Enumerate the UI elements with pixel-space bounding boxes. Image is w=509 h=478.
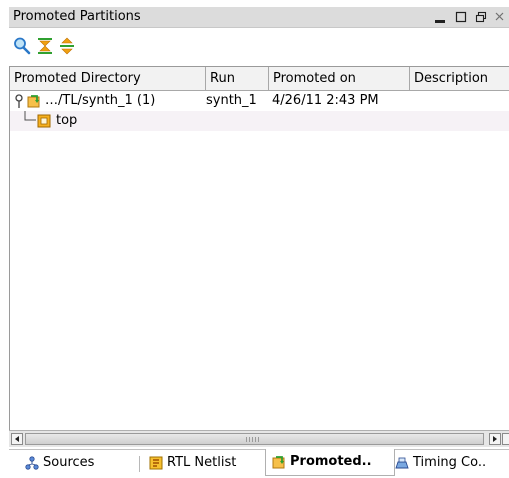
restore-button[interactable] bbox=[472, 7, 490, 27]
promoted-on-cell: 4/26/11 2:43 PM bbox=[272, 93, 379, 108]
run-cell: synth_1 bbox=[206, 93, 257, 108]
promoted-partitions-table: Promoted Directory Run Promoted on Descr… bbox=[9, 66, 509, 430]
collapse-all-button[interactable] bbox=[35, 36, 55, 56]
module-icon-wrap bbox=[37, 114, 51, 131]
table-row[interactable]: top bbox=[10, 111, 509, 131]
minimize-icon bbox=[435, 20, 445, 23]
scroll-left-button[interactable] bbox=[11, 433, 23, 445]
horizontal-scrollbar[interactable] bbox=[9, 430, 509, 447]
directory-cell: …/TL/synth_1 (1) bbox=[10, 91, 206, 111]
tree-connector bbox=[24, 111, 38, 131]
promoted-icon bbox=[272, 456, 285, 469]
sources-icon bbox=[25, 456, 39, 470]
tab-timing-constraints[interactable]: Timing Co.. bbox=[395, 450, 509, 476]
panel-toolbar bbox=[9, 30, 509, 60]
panel-title-bar[interactable]: Promoted Partitions bbox=[9, 7, 509, 28]
maximize-icon bbox=[455, 11, 467, 23]
tab-promoted[interactable]: Promoted.. bbox=[265, 449, 395, 476]
tree-expand-handle[interactable] bbox=[14, 94, 24, 111]
expand-all-button[interactable] bbox=[57, 36, 77, 56]
bottom-tab-bar: Sources RTL Netlist Promoted.. Timing Co… bbox=[9, 449, 509, 478]
tree-node-expanded-icon bbox=[15, 94, 23, 108]
column-header-promoted-on[interactable]: Promoted on bbox=[269, 67, 410, 90]
close-button[interactable] bbox=[491, 7, 509, 27]
table-header: Promoted Directory Run Promoted on Descr… bbox=[10, 67, 509, 91]
search-icon bbox=[14, 37, 31, 55]
tree-line-icon bbox=[24, 111, 36, 121]
scroll-right-button[interactable] bbox=[489, 433, 501, 445]
description-cell bbox=[410, 111, 509, 131]
promoted-on-cell bbox=[269, 111, 410, 131]
run-cell bbox=[206, 111, 269, 131]
module-icon bbox=[37, 114, 51, 128]
column-header-description[interactable]: Description bbox=[410, 67, 509, 90]
arrow-right-icon bbox=[493, 436, 497, 442]
promoted-partitions-panel: Promoted Partitions Promoted Directory R… bbox=[0, 0, 509, 478]
tab-sources[interactable]: Sources bbox=[25, 450, 135, 476]
timing-icon bbox=[395, 457, 409, 469]
tab-label: Promoted.. bbox=[290, 454, 372, 469]
promoted-partition-icon bbox=[27, 95, 40, 108]
directory-text: …/TL/synth_1 (1) bbox=[45, 93, 156, 108]
expand-all-icon bbox=[60, 37, 74, 55]
description-cell bbox=[410, 91, 509, 111]
column-header-run[interactable]: Run bbox=[206, 67, 269, 90]
scrollbar-thumb[interactable] bbox=[25, 433, 484, 445]
arrow-left-icon bbox=[15, 436, 19, 442]
tab-label: Timing Co.. bbox=[413, 455, 487, 470]
directory-cell: top bbox=[10, 111, 206, 131]
restore-icon bbox=[475, 11, 487, 23]
close-icon bbox=[495, 12, 504, 21]
tab-divider bbox=[139, 456, 140, 472]
tab-label: Sources bbox=[43, 455, 95, 470]
tab-label: RTL Netlist bbox=[167, 455, 237, 470]
directory-text: top bbox=[56, 113, 78, 128]
scroll-corner bbox=[502, 433, 509, 445]
maximize-button[interactable] bbox=[452, 7, 470, 27]
column-header-promoted-directory[interactable]: Promoted Directory bbox=[10, 67, 206, 90]
minimize-button[interactable] bbox=[431, 7, 449, 27]
partition-icon bbox=[27, 94, 41, 111]
tab-rtl-netlist[interactable]: RTL Netlist bbox=[149, 450, 271, 476]
table-row[interactable]: …/TL/synth_1 (1) synth_1 4/26/11 2:43 PM bbox=[10, 91, 509, 111]
panel-title: Promoted Partitions bbox=[13, 9, 141, 24]
rtl-netlist-icon bbox=[149, 456, 163, 470]
collapse-all-icon bbox=[38, 38, 52, 54]
search-button[interactable] bbox=[12, 36, 32, 56]
scrollbar-grip bbox=[246, 437, 260, 442]
